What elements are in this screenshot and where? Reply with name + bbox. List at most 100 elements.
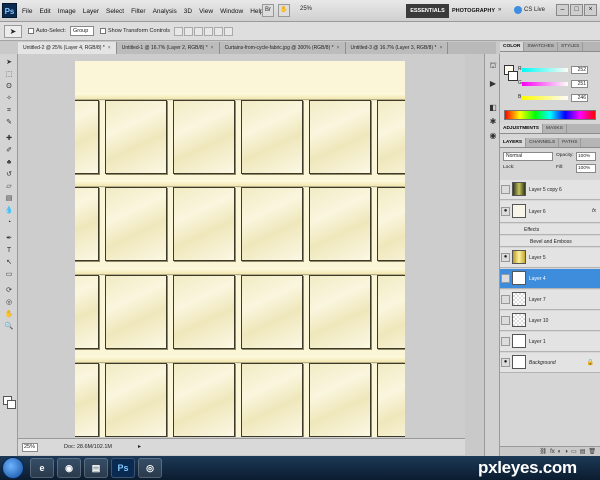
shape-tool-icon[interactable]: ▭ <box>2 270 16 279</box>
marquee-tool-icon[interactable]: ⬚ <box>2 70 16 79</box>
link-layers-icon[interactable]: ⛓ <box>539 448 547 455</box>
dodge-tool-icon[interactable]: ◔ <box>2 218 16 227</box>
3d-orbit-tool-icon[interactable]: ◎ <box>2 298 16 307</box>
layer-row-layer-5-copy-6[interactable]: Layer 5 copy 6 <box>500 180 600 200</box>
tab-adjustments[interactable]: ADJUSTMENTS <box>500 124 543 133</box>
lasso-tool-icon[interactable]: ʘ <box>2 82 16 91</box>
visibility-toggle[interactable] <box>501 295 510 304</box>
actions-panel-icon[interactable]: ▶ <box>487 78 499 90</box>
zoom-field[interactable]: 25% <box>22 443 38 452</box>
minimize-button[interactable]: – <box>556 4 569 16</box>
tab-color[interactable]: COLOR <box>500 42 525 51</box>
blue-slider[interactable] <box>522 96 568 100</box>
workspace-photography-button[interactable]: PHOTOGRAPHY <box>451 4 496 18</box>
layer-row-layer-5[interactable]: ● Layer 5 <box>500 248 600 268</box>
brush-tool-icon[interactable]: ✐ <box>2 146 16 155</box>
taskbar-media-icon[interactable]: ◉ <box>57 458 81 478</box>
red-value-field[interactable]: 252 <box>571 66 588 74</box>
opacity-field[interactable]: 100% <box>576 152 596 161</box>
menu-analysis[interactable]: Analysis <box>153 8 177 15</box>
menu-layer[interactable]: Layer <box>83 8 99 15</box>
history-panel-icon[interactable]: ⛫ <box>487 60 499 72</box>
taskbar-photoshop-icon[interactable]: Ps <box>111 458 135 478</box>
layer-style-icon[interactable]: fx <box>550 449 555 455</box>
doc-tab-1[interactable]: Untitled-2 @ 25% (Layer 4, RGB/8) * × <box>18 42 117 54</box>
menu-file[interactable]: File <box>22 8 32 15</box>
layer-row-background[interactable]: ● Background 🔒 <box>500 353 600 373</box>
tab-layers[interactable]: LAYERS <box>500 138 527 147</box>
tab-channels[interactable]: CHANNELS <box>526 138 560 147</box>
layer-row-layer-7[interactable]: Layer 7 <box>500 290 600 310</box>
menu-edit[interactable]: Edit <box>39 8 50 15</box>
fill-field[interactable]: 100% <box>576 164 596 173</box>
layer-effects-row[interactable]: Effects <box>500 224 600 235</box>
eye-icon[interactable]: ● <box>501 207 510 216</box>
adjustment-layer-icon[interactable]: ◑ <box>564 449 568 455</box>
tab-swatches[interactable]: SWATCHES <box>524 42 558 51</box>
bridge-icon[interactable]: Br <box>262 4 274 17</box>
green-slider[interactable] <box>522 82 568 86</box>
menu-image[interactable]: Image <box>58 8 76 15</box>
red-slider[interactable] <box>522 68 568 72</box>
align-right-icon[interactable] <box>224 26 234 36</box>
menu-window[interactable]: Window <box>220 8 243 15</box>
auto-select-dropdown[interactable]: Group <box>69 26 94 36</box>
layer-row-layer-6[interactable]: ● Layer 6 fx <box>500 201 600 223</box>
close-icon[interactable]: × <box>108 45 111 51</box>
document-canvas[interactable] <box>75 61 405 437</box>
tab-masks[interactable]: MASKS <box>543 124 567 133</box>
align-top-icon[interactable] <box>174 26 184 36</box>
hand-icon[interactable]: ✋ <box>278 4 290 17</box>
start-button[interactable] <box>2 457 24 479</box>
visibility-toggle[interactable] <box>501 316 510 325</box>
menu-view[interactable]: View <box>199 8 213 15</box>
layer-row-layer-10[interactable]: Layer 10 <box>500 311 600 331</box>
doc-tab-4[interactable]: Untitled-3 @ 16.7% (Layer 3, RGB/8) * × <box>345 42 449 54</box>
quick-select-tool-icon[interactable]: ✧ <box>2 94 16 103</box>
trash-icon[interactable]: 🗑 <box>588 448 596 455</box>
visibility-toggle[interactable] <box>501 337 510 346</box>
pen-tool-icon[interactable]: ✒ <box>2 234 16 243</box>
zoom-tool-icon[interactable]: 🔍 <box>2 322 16 331</box>
type-tool-icon[interactable]: T <box>2 246 16 255</box>
blue-value-field[interactable]: 246 <box>571 94 588 102</box>
taskbar-ie-icon[interactable]: e <box>30 458 54 478</box>
taskbar-app-icon[interactable]: ◎ <box>138 458 162 478</box>
eyedropper-tool-icon[interactable]: ✎ <box>2 118 16 127</box>
status-menu-arrow-icon[interactable]: ▸ <box>138 443 141 450</box>
visibility-toggle[interactable] <box>501 185 510 194</box>
masks-panel-icon[interactable]: ◉ <box>487 130 499 142</box>
doc-tab-2[interactable]: Untitled-1 @ 16.7% (Layer 2, RGB/8) * × <box>116 42 220 54</box>
layer-row-layer-1[interactable]: Layer 1 <box>500 332 600 352</box>
styles-panel-icon[interactable]: ✱ <box>487 116 499 128</box>
show-transform-checkbox[interactable] <box>99 28 106 34</box>
menu-select[interactable]: Select <box>106 8 124 15</box>
zoom-level[interactable]: 25% <box>300 6 312 12</box>
adjust-panel-icon[interactable]: ◧ <box>487 102 499 114</box>
auto-select-checkbox[interactable] <box>28 28 34 34</box>
gradient-tool-icon[interactable]: ▤ <box>2 194 16 203</box>
move-tool-preset-icon[interactable]: ➤ <box>4 24 22 38</box>
close-icon[interactable]: × <box>211 45 214 51</box>
visibility-toggle[interactable] <box>501 274 510 283</box>
maximize-button[interactable]: □ <box>570 4 583 16</box>
align-left-icon[interactable] <box>204 26 214 36</box>
fx-icon[interactable]: fx <box>592 208 596 214</box>
layer-effect-bevel-row[interactable]: Bevel and Emboss <box>500 236 600 247</box>
taskbar-explorer-icon[interactable]: ▤ <box>84 458 108 478</box>
close-icon[interactable]: × <box>337 45 340 51</box>
new-group-icon[interactable]: ▭ <box>571 448 577 455</box>
tab-styles[interactable]: STYLES <box>558 42 584 51</box>
doc-tab-3[interactable]: Curtains-from-cycle-fabric.jpg @ 300% (R… <box>219 42 346 54</box>
path-select-tool-icon[interactable]: ↖ <box>2 258 16 267</box>
clone-stamp-tool-icon[interactable]: ♣ <box>2 158 16 167</box>
eye-icon[interactable]: ● <box>501 253 510 262</box>
blend-mode-dropdown[interactable]: Normal <box>503 152 553 161</box>
align-middle-icon[interactable] <box>184 26 194 36</box>
close-button[interactable]: × <box>584 4 597 16</box>
move-tool-icon[interactable]: ➤ <box>2 58 16 67</box>
add-mask-icon[interactable]: ◐ <box>558 449 562 455</box>
align-bottom-icon[interactable] <box>194 26 204 36</box>
layer-row-layer-4[interactable]: Layer 4 <box>500 269 600 289</box>
menu-3d[interactable]: 3D <box>184 8 192 15</box>
